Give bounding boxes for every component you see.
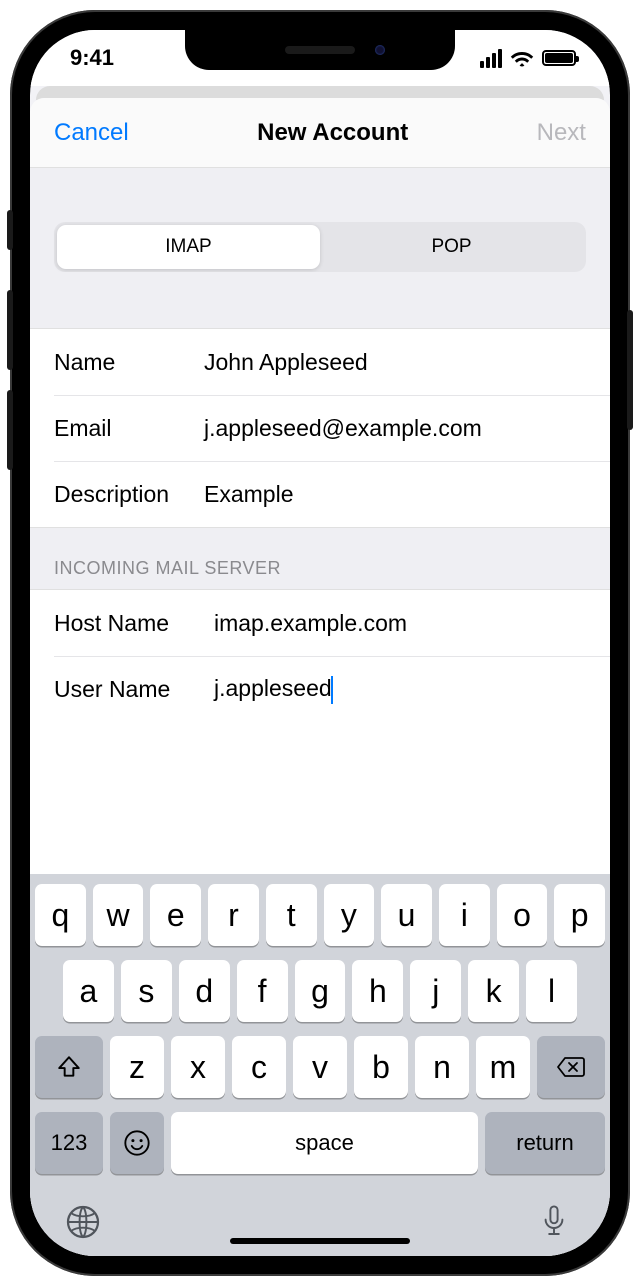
keyboard-row-2: a s d f g h j k l xyxy=(35,960,605,1022)
dictation-key[interactable] xyxy=(539,1204,575,1240)
name-value[interactable]: John Appleseed xyxy=(204,349,586,376)
volume-up-button xyxy=(7,290,13,370)
description-cell[interactable]: Description Example xyxy=(54,461,610,527)
status-time: 9:41 xyxy=(70,45,114,71)
wifi-icon xyxy=(510,49,534,67)
key-n[interactable]: n xyxy=(415,1036,469,1098)
incoming-server-header: Incoming Mail Server xyxy=(30,528,610,589)
speaker-grille xyxy=(285,46,355,54)
numbers-key[interactable]: 123 xyxy=(35,1112,103,1174)
protocol-segmented-control[interactable]: IMAP POP xyxy=(54,222,586,272)
key-y[interactable]: y xyxy=(324,884,375,946)
key-k[interactable]: k xyxy=(468,960,519,1022)
mute-switch xyxy=(7,210,13,250)
description-label: Description xyxy=(54,481,204,508)
key-z[interactable]: z xyxy=(110,1036,164,1098)
space-key[interactable]: space xyxy=(171,1112,478,1174)
volume-down-button xyxy=(7,390,13,470)
key-h[interactable]: h xyxy=(352,960,403,1022)
notch xyxy=(185,30,455,70)
emoji-icon xyxy=(123,1129,151,1157)
front-camera xyxy=(375,45,385,55)
email-cell[interactable]: Email j.appleseed@example.com xyxy=(54,395,610,461)
shift-key[interactable] xyxy=(35,1036,103,1098)
key-f[interactable]: f xyxy=(237,960,288,1022)
segment-imap[interactable]: IMAP xyxy=(57,225,320,269)
microphone-icon xyxy=(539,1204,569,1240)
key-w[interactable]: w xyxy=(93,884,144,946)
side-button xyxy=(627,310,633,430)
globe-icon xyxy=(65,1204,101,1240)
key-a[interactable]: a xyxy=(63,960,114,1022)
email-value[interactable]: j.appleseed@example.com xyxy=(204,415,586,442)
username-cell[interactable]: User Name j.appleseed xyxy=(54,656,610,722)
next-button[interactable]: Next xyxy=(537,119,586,147)
nav-title: New Account xyxy=(257,119,408,147)
keyboard[interactable]: q w e r t y u i o p a s d xyxy=(30,874,610,1256)
key-s[interactable]: s xyxy=(121,960,172,1022)
hostname-cell[interactable]: Host Name imap.example.com xyxy=(30,590,610,656)
key-b[interactable]: b xyxy=(354,1036,408,1098)
cancel-button[interactable]: Cancel xyxy=(54,119,129,147)
nav-bar: Cancel New Account Next xyxy=(30,98,610,168)
backspace-icon xyxy=(556,1056,586,1078)
segment-pop[interactable]: POP xyxy=(320,225,583,269)
incoming-server-list: Host Name imap.example.com User Name j.a… xyxy=(30,589,610,722)
return-key[interactable]: return xyxy=(485,1112,605,1174)
key-l[interactable]: l xyxy=(526,960,577,1022)
key-g[interactable]: g xyxy=(295,960,346,1022)
keyboard-row-3: z x c v b n m xyxy=(35,1036,605,1098)
battery-icon xyxy=(542,50,576,66)
home-indicator[interactable] xyxy=(230,1238,410,1244)
screen: 9:41 Cancel New Account Next xyxy=(30,30,610,1256)
emoji-key[interactable] xyxy=(110,1112,164,1174)
key-u[interactable]: u xyxy=(381,884,432,946)
name-cell[interactable]: Name John Appleseed xyxy=(30,329,610,395)
key-p[interactable]: p xyxy=(554,884,605,946)
key-r[interactable]: r xyxy=(208,884,259,946)
key-d[interactable]: d xyxy=(179,960,230,1022)
text-cursor xyxy=(331,676,333,704)
keyboard-row-4: 123 space return xyxy=(35,1112,605,1174)
device-frame: 9:41 Cancel New Account Next xyxy=(10,10,630,1276)
shift-icon xyxy=(56,1054,82,1080)
key-e[interactable]: e xyxy=(150,884,201,946)
key-m[interactable]: m xyxy=(476,1036,530,1098)
key-q[interactable]: q xyxy=(35,884,86,946)
hostname-value[interactable]: imap.example.com xyxy=(214,610,586,637)
backspace-key[interactable] xyxy=(537,1036,605,1098)
email-label: Email xyxy=(54,415,204,442)
key-j[interactable]: j xyxy=(410,960,461,1022)
keyboard-row-1: q w e r t y u i o p xyxy=(35,884,605,946)
key-i[interactable]: i xyxy=(439,884,490,946)
key-t[interactable]: t xyxy=(266,884,317,946)
account-info-list: Name John Appleseed Email j.appleseed@ex… xyxy=(30,328,610,528)
key-x[interactable]: x xyxy=(171,1036,225,1098)
hostname-label: Host Name xyxy=(54,610,214,637)
key-v[interactable]: v xyxy=(293,1036,347,1098)
cellular-signal-icon xyxy=(480,49,502,68)
key-o[interactable]: o xyxy=(497,884,548,946)
description-value[interactable]: Example xyxy=(204,481,586,508)
name-label: Name xyxy=(54,349,204,376)
username-value[interactable]: j.appleseed xyxy=(214,675,586,704)
new-account-sheet: Cancel New Account Next IMAP POP Na xyxy=(30,98,610,1256)
key-c[interactable]: c xyxy=(232,1036,286,1098)
username-label: User Name xyxy=(54,676,214,703)
globe-key[interactable] xyxy=(65,1204,101,1240)
